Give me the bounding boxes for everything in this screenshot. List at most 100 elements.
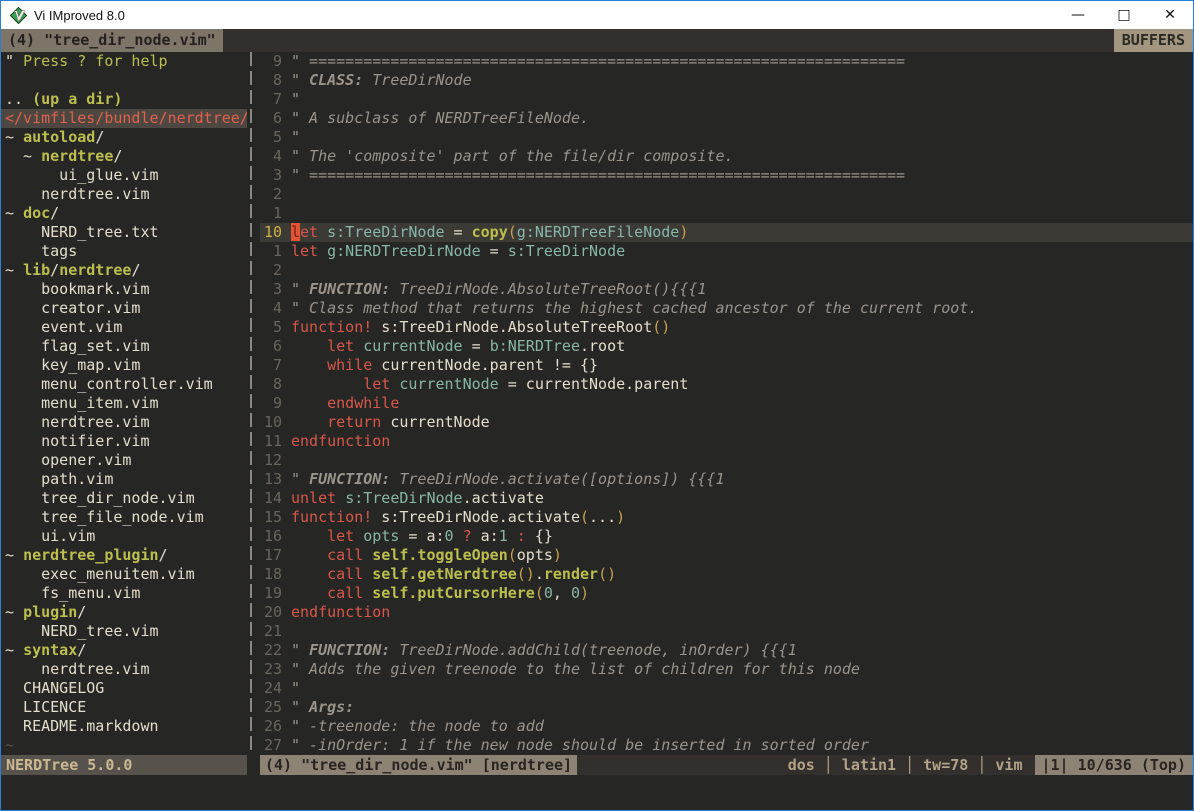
tree-item[interactable]: exec_menuitem.vim (1, 565, 247, 584)
code-line[interactable]: 1 (260, 204, 1193, 223)
code-line[interactable]: 19 call self.putCursorHere(0, 0) (260, 584, 1193, 603)
code-line[interactable]: 12 (260, 451, 1193, 470)
tree-item[interactable]: menu_controller.vim (1, 375, 247, 394)
code-line[interactable]: 20endfunction (260, 603, 1193, 622)
tree-item[interactable] (1, 71, 247, 90)
tree-item[interactable]: path.vim (1, 470, 247, 489)
code-line[interactable]: 8" CLASS: TreeDirNode (260, 71, 1193, 90)
code-token: " Class method that returns the highest … (291, 299, 977, 317)
line-number: 6 (264, 109, 282, 128)
maximize-button[interactable]: □ (1101, 1, 1147, 29)
code-line[interactable]: 6" A subclass of NERDTreeFileNode. (260, 109, 1193, 128)
tab-tree-dir-node[interactable]: (4) "tree_dir_node.vim" (1, 29, 223, 52)
code-line[interactable]: 24" (260, 679, 1193, 698)
tree-item[interactable]: README.markdown (1, 717, 247, 736)
window-title: Vi IMproved 8.0 (34, 8, 125, 23)
tree-item[interactable]: ~ nerdtree/ (1, 147, 247, 166)
tree-text: / (77, 603, 86, 621)
tree-item[interactable]: opener.vim (1, 451, 247, 470)
code-line[interactable]: 14unlet s:TreeDirNode.activate (260, 489, 1193, 508)
tree-item[interactable]: ~ doc/ (1, 204, 247, 223)
close-button[interactable]: ✕ (1147, 1, 1193, 29)
window-separator[interactable] (247, 52, 260, 755)
tree-item[interactable]: tags (1, 242, 247, 261)
tree-item[interactable]: ~ (1, 736, 247, 755)
code-line[interactable]: 15function! s:TreeDirNode.activate(...) (260, 508, 1193, 527)
minimize-button[interactable]: — (1055, 1, 1101, 29)
tree-item[interactable]: CHANGELOG (1, 679, 247, 698)
tree-item[interactable]: .. (up a dir) (1, 90, 247, 109)
tree-item[interactable]: tree_dir_node.vim (1, 489, 247, 508)
code-line[interactable]: 6 let currentNode = b:NERDTree.root (260, 337, 1193, 356)
code-line[interactable]: 7 while currentNode.parent != {} (260, 356, 1193, 375)
code-line[interactable]: 9 endwhile (260, 394, 1193, 413)
tree-item[interactable]: ~ syntax/ (1, 641, 247, 660)
code-line[interactable]: 13" FUNCTION: TreeDirNode.activate([opti… (260, 470, 1193, 489)
tree-item[interactable]: nerdtree.vim (1, 660, 247, 679)
tree-item[interactable]: tree_file_node.vim (1, 508, 247, 527)
tree-item[interactable]: NERD_tree.txt (1, 223, 247, 242)
code-line[interactable]: 3" =====================================… (260, 166, 1193, 185)
tree-item[interactable]: " Press ? for help (1, 52, 247, 71)
tree-item[interactable]: creator.vim (1, 299, 247, 318)
line-number: 24 (264, 679, 282, 698)
tree-item[interactable]: ~ autoload/ (1, 128, 247, 147)
tree-item[interactable]: nerdtree.vim (1, 413, 247, 432)
code-line[interactable]: 23" Adds the given treenode to the list … (260, 660, 1193, 679)
tree-item[interactable]: NERD_tree.vim (1, 622, 247, 641)
code-token: " ======================================… (291, 166, 905, 184)
line-number: 23 (264, 660, 282, 679)
code-line[interactable]: 26" -treenode: the node to add (260, 717, 1193, 736)
tree-item[interactable]: ~ lib/nerdtree/ (1, 261, 247, 280)
code-line[interactable]: 4" The 'composite' part of the file/dir … (260, 147, 1193, 166)
code-line[interactable]: 9" =====================================… (260, 52, 1193, 71)
code-token: ) (679, 223, 688, 241)
tree-text: lib (23, 261, 50, 279)
tree-text: nerdtree (59, 261, 131, 279)
code-line[interactable]: 1let g:NERDTreeDirNode = s:TreeDirNode (260, 242, 1193, 261)
code-line[interactable]: 4" Class method that returns the highest… (260, 299, 1193, 318)
statusline-position: |1| 10/636 (Top) (1035, 755, 1194, 775)
tree-item[interactable]: fs_menu.vim (1, 584, 247, 603)
tree-item[interactable]: ~ plugin/ (1, 603, 247, 622)
tree-item[interactable]: ~ nerdtree_plugin/ (1, 546, 247, 565)
code-line[interactable]: 5" (260, 128, 1193, 147)
tree-item[interactable]: LICENCE (1, 698, 247, 717)
code-line[interactable]: 7" (260, 90, 1193, 109)
code-line[interactable]: 10let s:TreeDirNode = copy(g:NERDTreeFil… (260, 223, 1193, 242)
tree-item[interactable]: ui_glue.vim (1, 166, 247, 185)
tree-item[interactable]: bookmark.vim (1, 280, 247, 299)
code-line[interactable]: 27" -inOrder: 1 if the new node should b… (260, 736, 1193, 755)
tree-item[interactable]: event.vim (1, 318, 247, 337)
code-token: , (553, 584, 571, 602)
code-line[interactable]: 22" FUNCTION: TreeDirNode.addChild(treen… (260, 641, 1193, 660)
code-token (454, 527, 463, 545)
code-line[interactable]: 17 call self.toggleOpen(opts) (260, 546, 1193, 565)
tree-item[interactable]: notifier.vim (1, 432, 247, 451)
tree-item[interactable]: </vimfiles/bundle/nerdtree/ (1, 109, 247, 128)
tree-item[interactable]: menu_item.vim (1, 394, 247, 413)
tree-item[interactable]: ui.vim (1, 527, 247, 546)
code-line[interactable]: 21 (260, 622, 1193, 641)
code-token (291, 546, 327, 564)
code-line[interactable]: 2 (260, 261, 1193, 280)
code-line[interactable]: 18 call self.getNerdtree().render() (260, 565, 1193, 584)
code-line[interactable]: 8 let currentNode = currentNode.parent (260, 375, 1193, 394)
code-line[interactable]: 3" FUNCTION: TreeDirNode.AbsoluteTreeRoo… (260, 280, 1193, 299)
code-token: () (652, 318, 670, 336)
code-line[interactable]: 2 (260, 185, 1193, 204)
code-token: opts (517, 546, 553, 564)
code-line[interactable]: 10 return currentNode (260, 413, 1193, 432)
line-number: 11 (264, 432, 282, 451)
code-token: () (517, 565, 535, 583)
code-token: " (291, 698, 309, 716)
code-line[interactable]: 25" Args: (260, 698, 1193, 717)
code-token: while (327, 356, 372, 374)
tree-item[interactable]: key_map.vim (1, 356, 247, 375)
tree-item[interactable]: flag_set.vim (1, 337, 247, 356)
code-line[interactable]: 5function! s:TreeDirNode.AbsoluteTreeRoo… (260, 318, 1193, 337)
tree-item[interactable]: nerdtree.vim (1, 185, 247, 204)
code-line[interactable]: 11endfunction (260, 432, 1193, 451)
code-line[interactable]: 16 let opts = a:0 ? a:1 : {} (260, 527, 1193, 546)
code-token (354, 337, 363, 355)
